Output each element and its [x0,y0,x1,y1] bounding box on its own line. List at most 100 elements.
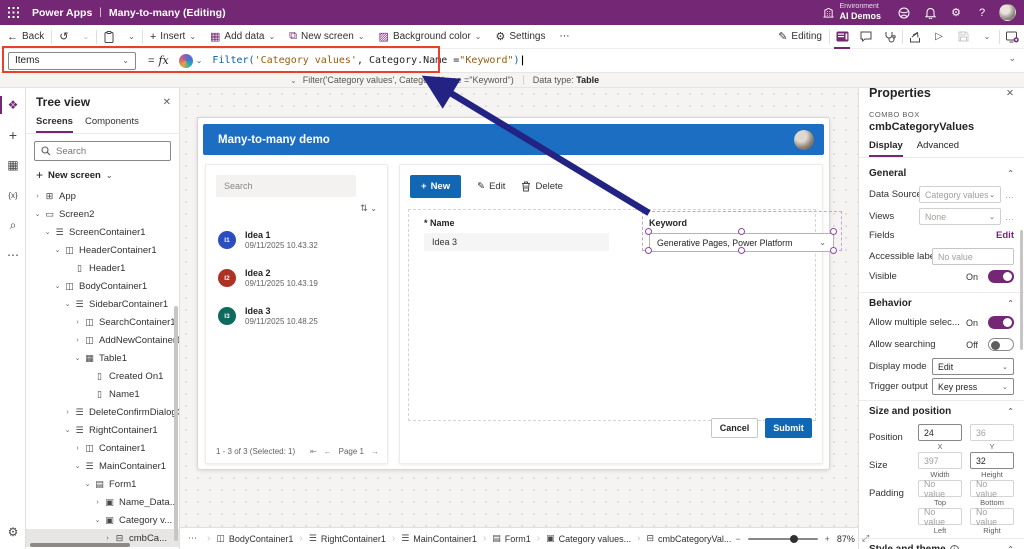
tab-advanced[interactable]: Advanced [917,138,959,157]
properties-scrollbar[interactable] [1020,230,1023,350]
copilot-icon[interactable] [179,54,193,68]
advanced-settings-gear-icon[interactable]: ⚙ [0,519,26,545]
chevron-icon[interactable]: › [102,535,113,542]
insert-rail-icon[interactable]: + [0,122,26,148]
tree-item-form1[interactable]: ⌄▤Form1 [26,475,179,493]
back-button[interactable]: ← Back [0,25,51,48]
breadcrumb-bodycontainer1[interactable]: ◫BodyContainer1 [212,533,297,544]
more-commands-button[interactable]: ⋯ [553,25,577,48]
notifications-bell-icon[interactable] [917,0,943,25]
allow-multiple-toggle[interactable] [988,316,1014,329]
insert-button[interactable]: + Insert⌄ [143,25,203,48]
copilot-web-icon[interactable] [891,0,917,25]
tree-item-name1[interactable]: ▯Name1 [26,385,179,403]
zoom-in-button[interactable]: + [825,534,830,544]
next-page-icon[interactable]: → [371,447,379,456]
padding-bottom-input[interactable]: No value [970,480,1014,497]
delete-record-button[interactable]: Delete [521,181,562,192]
tree-item-app[interactable]: ›⊞App [26,187,179,205]
list-item[interactable]: I1 Idea 1 09/11/2025 10.43.32 [206,221,387,259]
tree-item-searchcontainer1[interactable]: ›◫SearchContainer1 [26,313,179,331]
section-general[interactable]: General⌃ [859,168,1024,179]
chevron-icon[interactable]: ⌄ [72,462,83,470]
user-avatar[interactable] [999,4,1016,21]
fields-edit-link[interactable]: Edit [996,230,1014,241]
properties-panel-toggle[interactable] [830,25,854,49]
tree-item-screen2[interactable]: ⌄▭Screen2 [26,205,179,223]
tree-vertical-scrollbar[interactable] [174,306,178,541]
selection-handle[interactable] [830,228,837,235]
environment-picker[interactable]: Environment AI Demos [813,0,891,25]
save-menu-button[interactable]: ⌄ [975,25,999,49]
tree-search-input[interactable] [56,146,156,157]
tree-item-bodycontainer1[interactable]: ⌄◫BodyContainer1 [26,277,179,295]
submit-button[interactable]: Submit [765,418,812,438]
breadcrumb-more-icon[interactable]: ⋯ [180,533,205,544]
undo-menu-button[interactable]: ⌄ [75,25,96,48]
chevron-icon[interactable]: ⌄ [52,282,63,290]
app-header[interactable]: Many-to-many demo [203,124,824,155]
data-source-more-icon[interactable]: … [1005,190,1014,200]
close-icon[interactable]: ✕ [163,97,171,108]
chevron-icon[interactable]: › [72,337,83,344]
tree-search-box[interactable] [34,141,171,161]
tree-horizontal-scrollbar[interactable] [30,543,130,547]
tree-item-rightcontainer1[interactable]: ⌄☰RightContainer1 [26,421,179,439]
tree-item-table1[interactable]: ⌄▦Table1 [26,349,179,367]
breadcrumb-maincontainer1[interactable]: ☰MainContainer1 [397,533,481,544]
zoom-slider[interactable] [748,538,818,540]
comments-button[interactable] [854,25,878,49]
result-chevron-icon[interactable]: ⌄ [290,76,297,85]
paste-menu-button[interactable]: ⌄ [121,25,142,48]
add-data-button[interactable]: ▦ Add data⌄ [203,25,282,48]
background-color-button[interactable]: ▨ Background color⌄ [372,25,489,48]
chevron-icon[interactable]: › [72,445,83,452]
data-source-select[interactable]: Category values⌄ [919,186,1001,203]
variables-rail-icon[interactable]: {x} [0,182,26,208]
position-y-input[interactable]: 36 [970,424,1014,441]
tab-screens[interactable]: Screens [36,114,73,133]
tree-item-createdon1[interactable]: ▯Created On1 [26,367,179,385]
breadcrumb-category-values[interactable]: ▣Category values... [542,533,635,544]
visible-toggle[interactable] [988,270,1014,283]
chevron-icon[interactable]: ⌄ [42,228,53,236]
chevron-icon[interactable]: ⌄ [82,480,93,488]
padding-top-input[interactable]: No value [918,480,962,497]
property-selector[interactable]: Items ⌄ [8,52,136,70]
zoom-slider-knob[interactable] [790,535,798,543]
padding-left-input[interactable]: No value [918,508,962,525]
first-page-icon[interactable]: ⇤ [310,447,317,456]
tree-item-deleteconfirmdialog[interactable]: ›☰DeleteConfirmDialogCon [26,403,179,421]
records-search-box[interactable]: Search [216,175,356,197]
editing-mode-button[interactable]: ✎ Editing [771,25,829,48]
new-screen-button[interactable]: ⧉ New screen⌄ [282,25,371,48]
selection-handle[interactable] [830,247,837,254]
section-behavior[interactable]: Behavior⌃ [859,298,1024,309]
views-select[interactable]: None⌄ [919,208,1001,225]
selection-handle[interactable] [645,247,652,254]
help-icon[interactable]: ? [969,0,995,25]
new-screen-tree-button[interactable]: + New screen ⌄ [26,161,179,187]
tree-item-header1[interactable]: ▯Header1 [26,259,179,277]
display-mode-select[interactable]: Edit⌄ [932,358,1014,375]
cancel-button[interactable]: Cancel [711,418,758,438]
design-canvas[interactable]: Many-to-many demo Search ⇅ ⌄ I1 Idea 1 0… [180,88,858,527]
chevron-icon[interactable]: › [62,409,73,416]
tree-view-rail-icon[interactable]: ❖ [0,92,26,118]
chevron-icon[interactable]: ⌄ [52,246,63,254]
breadcrumb-cmbcategoryvalues[interactable]: ⊟cmbCategoryVal... [642,533,735,544]
chevron-icon[interactable]: ⌄ [32,210,43,218]
tree-item-headercontainer1[interactable]: ⌄◫HeaderContainer1 [26,241,179,259]
size-width-input[interactable]: 397 [918,452,962,469]
more-rail-icon[interactable]: ⋯ [0,242,26,268]
chevron-icon[interactable]: ⌄ [62,300,73,308]
allow-searching-toggle[interactable] [988,338,1014,351]
tree-item-addnewcontainer1[interactable]: ›◫AddNewContainer1 [26,331,179,349]
share-button[interactable] [903,25,927,49]
app-user-avatar[interactable] [794,130,814,150]
tree-item-container1[interactable]: ›◫Container1 [26,439,179,457]
tree-item-name-datacard[interactable]: ›▣Name_Data... [26,493,179,511]
name-field-input[interactable]: Idea 3 [424,233,609,251]
position-x-input[interactable]: 24 [918,424,962,441]
paste-button[interactable] [97,25,121,48]
